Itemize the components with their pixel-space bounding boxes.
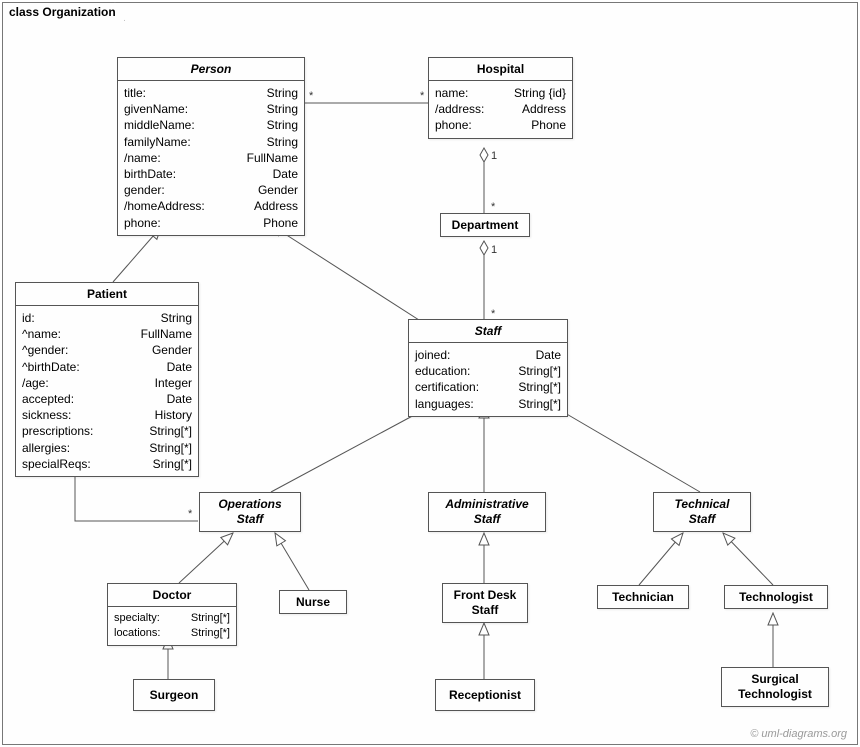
class-administrative-staff: AdministrativeStaff <box>428 492 546 532</box>
class-surgeon: Surgeon <box>133 679 215 711</box>
mult-hospital-dept-star: * <box>491 201 496 213</box>
class-title: Technologist <box>725 586 827 608</box>
mult-patient-ops-b: * <box>188 508 193 520</box>
class-technical-staff: TechnicalStaff <box>653 492 751 532</box>
class-title: Hospital <box>429 58 572 81</box>
class-person: Person title:String givenName:String mid… <box>117 57 305 236</box>
class-attrs: title:String givenName:String middleName… <box>118 81 304 235</box>
class-title: SurgicalTechnologist <box>722 668 828 706</box>
class-attrs: specialty:String[*] locations:String[*] <box>108 607 236 645</box>
class-receptionist: Receptionist <box>435 679 535 711</box>
mult-person-hospital-b: * <box>420 90 425 102</box>
mult-hospital-dept-one: 1 <box>491 150 497 162</box>
class-attrs: name:String {id} /address:Address phone:… <box>429 81 572 138</box>
diagram-frame: class Organization <box>2 2 858 745</box>
class-title: Front DeskStaff <box>443 584 527 622</box>
class-title: Nurse <box>280 591 346 613</box>
class-surgical-technologist: SurgicalTechnologist <box>721 667 829 707</box>
watermark: © uml-diagrams.org <box>750 728 847 740</box>
class-title: Department <box>441 214 529 236</box>
class-title: Staff <box>409 320 567 343</box>
class-patient: Patient id:String ^name:FullName ^gender… <box>15 282 199 477</box>
class-title: Technician <box>598 586 688 608</box>
class-attrs: id:String ^name:FullName ^gender:Gender … <box>16 306 198 476</box>
class-technician: Technician <box>597 585 689 609</box>
frame-label: class Organization <box>2 2 125 21</box>
class-staff: Staff joined:Date education:String[*] ce… <box>408 319 568 417</box>
class-title: Doctor <box>108 584 236 607</box>
class-title: Person <box>118 58 304 81</box>
class-hospital: Hospital name:String {id} /address:Addre… <box>428 57 573 139</box>
class-title: TechnicalStaff <box>654 493 750 531</box>
class-title: OperationsStaff <box>200 493 300 531</box>
class-department: Department <box>440 213 530 237</box>
class-attrs: joined:Date education:String[*] certific… <box>409 343 567 416</box>
class-nurse: Nurse <box>279 590 347 614</box>
mult-person-hospital-a: * <box>309 90 314 102</box>
class-technologist: Technologist <box>724 585 828 609</box>
class-title: Patient <box>16 283 198 306</box>
class-front-desk-staff: Front DeskStaff <box>442 583 528 623</box>
class-title: Receptionist <box>436 684 534 706</box>
class-doctor: Doctor specialty:String[*] locations:Str… <box>107 583 237 646</box>
class-title: AdministrativeStaff <box>429 493 545 531</box>
class-title: Surgeon <box>134 684 214 706</box>
class-operations-staff: OperationsStaff <box>199 492 301 532</box>
mult-dept-staff-one: 1 <box>491 244 497 256</box>
